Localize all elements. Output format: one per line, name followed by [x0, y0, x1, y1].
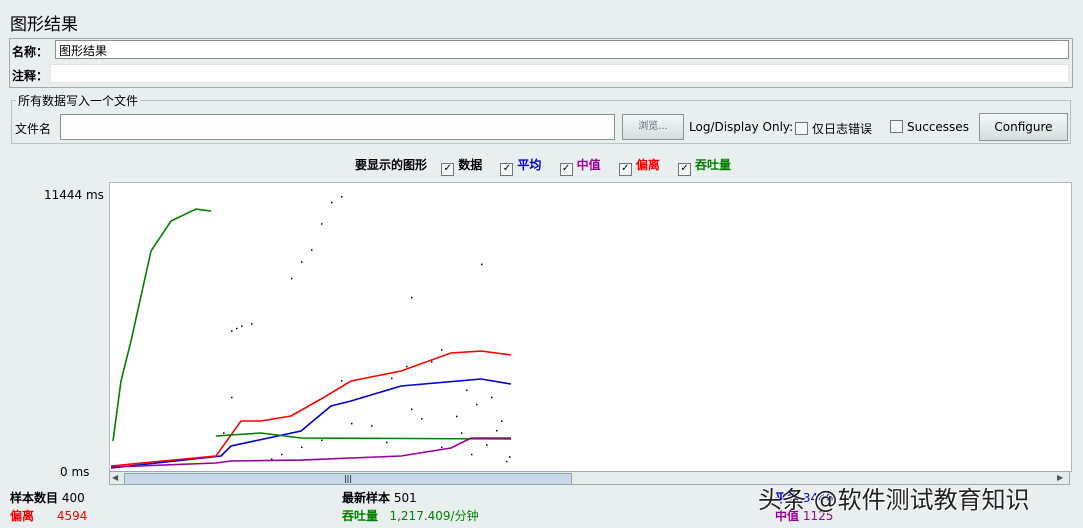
- name-input[interactable]: 图形结果: [55, 40, 1069, 59]
- data-point: [223, 432, 225, 434]
- comment-label: 注释：: [12, 69, 49, 83]
- data-point: [251, 323, 253, 325]
- data-point: [411, 408, 413, 411]
- scroll-right-icon[interactable]: ▶: [1057, 473, 1067, 483]
- data-point: [386, 441, 388, 444]
- successes-checkbox[interactable]: Successes: [890, 120, 969, 134]
- checkbox-icon: [795, 122, 808, 135]
- data-point: [281, 453, 283, 456]
- data-point: [301, 261, 303, 263]
- latest-sample-stat: 最新样本 501: [342, 491, 417, 505]
- file-label: 文件名: [15, 122, 52, 136]
- graph-label: 吞吐量: [695, 158, 732, 172]
- data-point: [231, 396, 233, 399]
- data-point: [476, 403, 478, 406]
- data-point: [456, 415, 458, 418]
- scroll-thumb[interactable]: |||: [124, 473, 572, 485]
- file-input[interactable]: [60, 114, 615, 140]
- data-point: [501, 420, 503, 422]
- graph-selector: 要显示的图形 ✓ 数据 ✓ 平均 ✓ 中值 ✓ 偏离 ✓ 吞吐量: [355, 156, 745, 176]
- configure-button[interactable]: Configure: [979, 113, 1068, 141]
- data-point: [509, 456, 511, 458]
- graphs-label: 要显示的图形: [355, 158, 428, 172]
- data-point: [441, 349, 443, 351]
- throughput-stat: 吞吐量 1,217.409/分钟: [342, 509, 479, 523]
- graph-toggle-data[interactable]: ✓ 数据: [441, 158, 483, 176]
- data-point: [311, 249, 313, 251]
- watermark: 头条 @软件测试教育知识: [758, 486, 1030, 514]
- series-line-吞吐量: [112, 208, 212, 442]
- data-point: [341, 380, 343, 382]
- data-point: [431, 361, 433, 363]
- graph-toggle-average[interactable]: ✓ 平均: [500, 158, 542, 176]
- y-max-label: 11444 ms: [44, 188, 104, 202]
- check-icon: ✓: [559, 163, 573, 176]
- name-label: 名称：: [12, 45, 49, 59]
- data-point: [471, 453, 473, 456]
- data-point: [506, 460, 508, 463]
- data-point: [341, 196, 343, 198]
- samples-stat: 样本数目 400: [10, 491, 85, 505]
- checkbox-icon: [890, 120, 903, 133]
- data-point: [351, 422, 353, 425]
- page-title: 图形结果: [10, 15, 78, 35]
- graph-label: 偏离: [635, 158, 660, 172]
- data-point: [321, 439, 323, 441]
- data-point: [406, 365, 408, 368]
- errors-only-checkbox[interactable]: 仅日志错误: [795, 120, 872, 137]
- data-point: [481, 263, 483, 266]
- check-icon: ✓: [618, 163, 632, 176]
- data-point: [291, 277, 293, 280]
- log-display-label: Log/Display Only:: [689, 120, 794, 134]
- graph-toggle-throughput[interactable]: ✓ 吞吐量: [678, 158, 732, 176]
- data-point: [301, 446, 303, 449]
- check-icon: ✓: [441, 163, 455, 176]
- data-point: [241, 325, 243, 327]
- comment-input[interactable]: [50, 64, 1069, 83]
- file-group-title: 所有数据写入一个文件: [18, 94, 139, 108]
- check-icon: ✓: [500, 163, 514, 176]
- data-point: [391, 377, 393, 380]
- series-line-吞吐量: [215, 432, 512, 440]
- data-point: [236, 327, 238, 330]
- data-point: [411, 296, 413, 299]
- data-point: [496, 429, 498, 432]
- data-point: [461, 432, 463, 434]
- graph-toggle-median[interactable]: ✓ 中值: [559, 158, 601, 176]
- successes-label: Successes: [907, 120, 969, 134]
- data-point: [441, 446, 443, 449]
- graph-svg: [110, 196, 512, 469]
- graph-label: 中值: [576, 158, 601, 172]
- scroll-left-icon[interactable]: ◀: [112, 473, 122, 483]
- series-line-平均: [110, 378, 512, 469]
- graph-label: 数据: [458, 158, 483, 172]
- check-icon: ✓: [678, 163, 692, 176]
- data-point: [321, 223, 323, 225]
- data-point: [331, 201, 333, 204]
- data-point: [231, 330, 233, 332]
- data-point: [486, 444, 488, 446]
- graph-toggle-deviation[interactable]: ✓ 偏离: [618, 158, 660, 176]
- data-point: [421, 418, 423, 420]
- browse-button[interactable]: 浏览...: [622, 114, 684, 140]
- series-line-中值: [110, 437, 511, 468]
- data-point: [491, 396, 493, 399]
- deviation-stat: 偏离 4594: [10, 509, 88, 523]
- data-point: [466, 389, 468, 392]
- graph-area: [109, 182, 1072, 472]
- data-point: [371, 425, 373, 427]
- graph-label: 平均: [517, 158, 542, 172]
- errors-only-label: 仅日志错误: [812, 122, 873, 136]
- y-min-label: 0 ms: [60, 465, 90, 479]
